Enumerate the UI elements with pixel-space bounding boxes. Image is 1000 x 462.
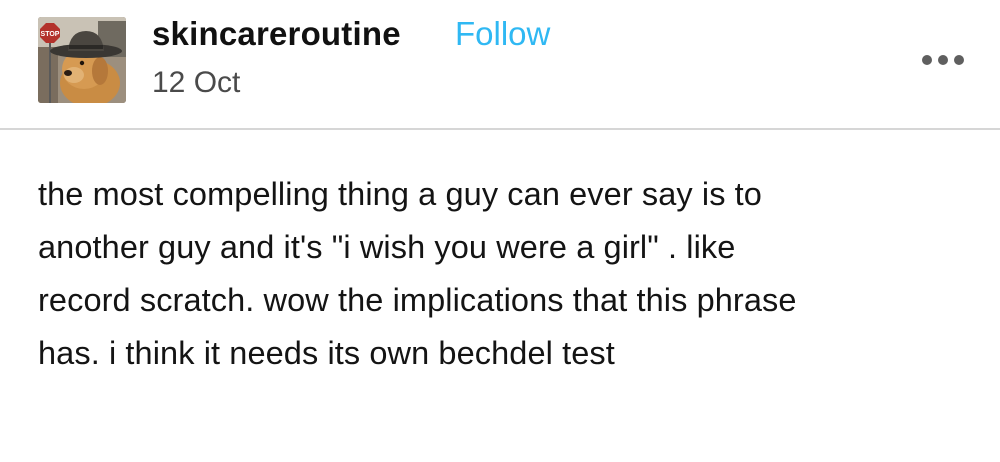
follow-button[interactable]: Follow [455,14,550,54]
header-divider [0,128,1000,130]
post-date: 12 Oct [152,66,241,99]
blog-username[interactable]: skincareroutine [152,14,401,54]
avatar[interactable]: STOP [38,17,126,103]
post-header: STOP skincareroutine Follow 12 Oct [0,0,1000,128]
stop-sign-text: STOP [41,31,60,38]
more-options-button[interactable] [916,48,968,72]
post-text: the most compelling thing a guy can ever… [38,176,797,371]
more-horizontal-icon [922,55,964,65]
avatar-dog-in-hat-image: STOP [38,17,126,103]
